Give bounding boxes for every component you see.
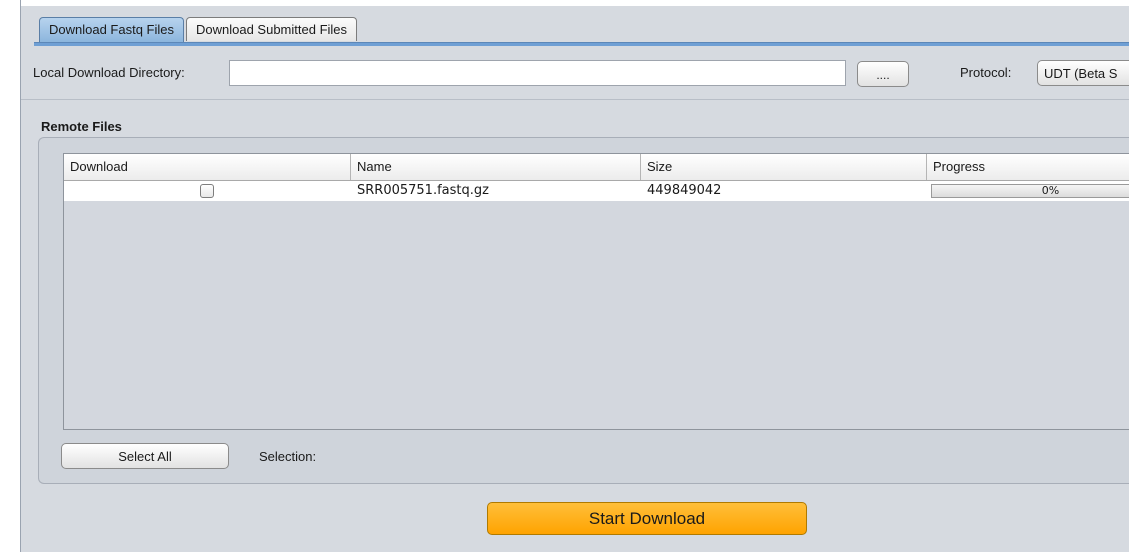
table-header: Download Name Size Progress: [64, 154, 1129, 181]
main-window: Download Fastq Files Download Submitted …: [20, 0, 1129, 552]
selection-label: Selection:: [259, 449, 317, 464]
local-download-directory-label: Local Download Directory:: [33, 65, 185, 80]
window-top-edge: [21, 0, 1129, 6]
column-header-name[interactable]: Name: [351, 154, 641, 180]
column-header-size[interactable]: Size: [641, 154, 927, 180]
download-cell: [64, 181, 351, 201]
tab-download-fastq-files[interactable]: Download Fastq Files: [39, 17, 184, 43]
column-header-download[interactable]: Download: [64, 154, 351, 180]
local-download-directory-input[interactable]: [229, 60, 846, 86]
start-download-button[interactable]: Start Download: [487, 502, 807, 535]
file-name-cell: SRR005751.fastq.gz: [357, 183, 489, 198]
separator: [21, 99, 1129, 100]
progress-bar: 0%: [931, 184, 1129, 198]
protocol-label: Protocol:: [960, 65, 1012, 80]
progress-text: 0%: [1041, 184, 1060, 197]
tab-download-submitted-files[interactable]: Download Submitted Files: [186, 17, 358, 41]
remote-files-table: Download Name Size Progress SRR005751.fa…: [63, 153, 1129, 430]
select-all-button[interactable]: Select All: [61, 443, 229, 469]
table-row[interactable]: SRR005751.fastq.gz 449849042 0%: [64, 181, 1129, 201]
tab-underline: [34, 42, 1129, 46]
protocol-select[interactable]: UDT (Beta S: [1037, 60, 1129, 86]
browse-directory-button[interactable]: ....: [857, 61, 909, 87]
download-checkbox[interactable]: [200, 184, 214, 198]
remote-files-title: Remote Files: [41, 119, 122, 134]
tab-bar: Download Fastq Files Download Submitted …: [39, 17, 359, 43]
file-size-cell: 449849042: [647, 183, 722, 198]
column-header-progress[interactable]: Progress: [927, 154, 1129, 180]
progress-cell: 0%: [927, 181, 1129, 201]
